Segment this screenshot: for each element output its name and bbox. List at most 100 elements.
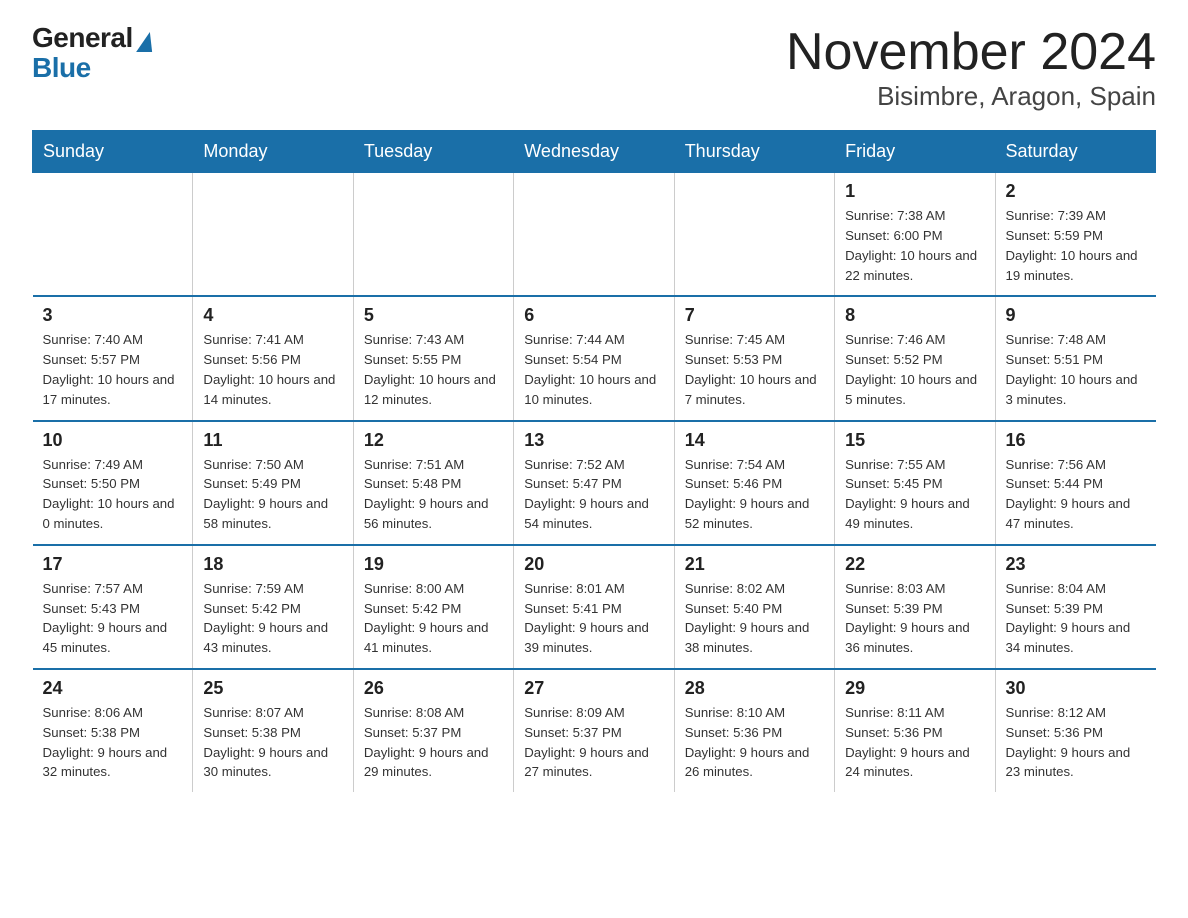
calendar-cell: 17 Sunrise: 7:57 AM Sunset: 5:43 PM Dayli… [33,545,193,669]
calendar-cell [33,173,193,297]
day-info: Sunrise: 7:45 AM Sunset: 5:53 PM Dayligh… [685,330,824,409]
day-number: 2 [1006,181,1146,202]
day-info: Sunrise: 8:01 AM Sunset: 5:41 PM Dayligh… [524,579,663,658]
calendar-week-row: 17 Sunrise: 7:57 AM Sunset: 5:43 PM Dayli… [33,545,1156,669]
day-number: 8 [845,305,984,326]
calendar-cell: 5Sunrise: 7:43 AM Sunset: 5:55 PM Daylig… [353,296,513,420]
day-info: Sunrise: 7:46 AM Sunset: 5:52 PM Dayligh… [845,330,984,409]
day-number: 21 [685,554,824,575]
calendar-cell: 9Sunrise: 7:48 AM Sunset: 5:51 PM Daylig… [995,296,1155,420]
weekday-header-tuesday: Tuesday [353,131,513,173]
day-number: 11 [203,430,342,451]
calendar-cell: 1 Sunrise: 7:38 AM Sunset: 6:00 PM Daylig… [835,173,995,297]
day-number: 18 [203,554,342,575]
day-info: Sunrise: 8:10 AM Sunset: 5:36 PM Dayligh… [685,703,824,782]
day-number: 12 [364,430,503,451]
calendar-cell: 12 Sunrise: 7:51 AM Sunset: 5:48 PM Dayli… [353,421,513,545]
day-info: Sunrise: 8:04 AM Sunset: 5:39 PM Dayligh… [1006,579,1146,658]
calendar-cell: 30 Sunrise: 8:12 AM Sunset: 5:36 PM Dayli… [995,669,1155,792]
logo-triangle-icon [136,32,154,52]
day-number: 10 [43,430,183,451]
calendar-cell: 27 Sunrise: 8:09 AM Sunset: 5:37 PM Dayli… [514,669,674,792]
day-number: 26 [364,678,503,699]
day-number: 25 [203,678,342,699]
day-info: Sunrise: 7:44 AM Sunset: 5:54 PM Dayligh… [524,330,663,409]
day-info: Sunrise: 7:56 AM Sunset: 5:44 PM Dayligh… [1006,455,1146,534]
day-number: 15 [845,430,984,451]
calendar-cell: 3 Sunrise: 7:40 AM Sunset: 5:57 PM Daylig… [33,296,193,420]
day-number: 4 [203,305,342,326]
calendar-cell: 4 Sunrise: 7:41 AM Sunset: 5:56 PM Daylig… [193,296,353,420]
day-info: Sunrise: 8:12 AM Sunset: 5:36 PM Dayligh… [1006,703,1146,782]
day-number: 14 [685,430,824,451]
day-info: Sunrise: 8:00 AM Sunset: 5:42 PM Dayligh… [364,579,503,658]
calendar-cell [514,173,674,297]
day-number: 22 [845,554,984,575]
day-info: Sunrise: 7:54 AM Sunset: 5:46 PM Dayligh… [685,455,824,534]
day-info: Sunrise: 7:43 AM Sunset: 5:55 PM Dayligh… [364,330,503,409]
calendar-week-row: 10Sunrise: 7:49 AM Sunset: 5:50 PM Dayli… [33,421,1156,545]
day-info: Sunrise: 7:41 AM Sunset: 5:56 PM Dayligh… [203,330,342,409]
weekday-header-row: SundayMondayTuesdayWednesdayThursdayFrid… [33,131,1156,173]
day-info: Sunrise: 8:09 AM Sunset: 5:37 PM Dayligh… [524,703,663,782]
calendar-cell: 26 Sunrise: 8:08 AM Sunset: 5:37 PM Dayli… [353,669,513,792]
calendar-week-row: 1 Sunrise: 7:38 AM Sunset: 6:00 PM Daylig… [33,173,1156,297]
calendar-cell: 20 Sunrise: 8:01 AM Sunset: 5:41 PM Dayli… [514,545,674,669]
day-number: 1 [845,181,984,202]
calendar-cell: 16 Sunrise: 7:56 AM Sunset: 5:44 PM Dayli… [995,421,1155,545]
day-info: Sunrise: 7:39 AM Sunset: 5:59 PM Dayligh… [1006,206,1146,285]
calendar-cell: 7 Sunrise: 7:45 AM Sunset: 5:53 PM Daylig… [674,296,834,420]
calendar-cell: 8 Sunrise: 7:46 AM Sunset: 5:52 PM Daylig… [835,296,995,420]
day-info: Sunrise: 7:57 AM Sunset: 5:43 PM Dayligh… [43,579,183,658]
calendar-cell: 18 Sunrise: 7:59 AM Sunset: 5:42 PM Dayli… [193,545,353,669]
logo: General Blue [32,24,153,84]
day-number: 27 [524,678,663,699]
day-number: 6 [524,305,663,326]
day-info: Sunrise: 8:06 AM Sunset: 5:38 PM Dayligh… [43,703,183,782]
day-number: 29 [845,678,984,699]
day-number: 7 [685,305,824,326]
calendar-cell: 13Sunrise: 7:52 AM Sunset: 5:47 PM Dayli… [514,421,674,545]
calendar-cell: 15 Sunrise: 7:55 AM Sunset: 5:45 PM Dayli… [835,421,995,545]
location-subtitle: Bisimbre, Aragon, Spain [786,81,1156,112]
day-info: Sunrise: 7:38 AM Sunset: 6:00 PM Dayligh… [845,206,984,285]
day-number: 20 [524,554,663,575]
weekday-header-saturday: Saturday [995,131,1155,173]
calendar-cell: 2 Sunrise: 7:39 AM Sunset: 5:59 PM Daylig… [995,173,1155,297]
day-info: Sunrise: 7:52 AM Sunset: 5:47 PM Dayligh… [524,455,663,534]
calendar-week-row: 3 Sunrise: 7:40 AM Sunset: 5:57 PM Daylig… [33,296,1156,420]
day-number: 3 [43,305,183,326]
day-number: 23 [1006,554,1146,575]
day-number: 9 [1006,305,1146,326]
day-info: Sunrise: 8:03 AM Sunset: 5:39 PM Dayligh… [845,579,984,658]
calendar-cell: 21 Sunrise: 8:02 AM Sunset: 5:40 PM Dayli… [674,545,834,669]
calendar-cell: 23 Sunrise: 8:04 AM Sunset: 5:39 PM Dayli… [995,545,1155,669]
calendar-cell: 28 Sunrise: 8:10 AM Sunset: 5:36 PM Dayli… [674,669,834,792]
weekday-header-monday: Monday [193,131,353,173]
day-number: 24 [43,678,183,699]
calendar-cell: 29 Sunrise: 8:11 AM Sunset: 5:36 PM Dayli… [835,669,995,792]
weekday-header-friday: Friday [835,131,995,173]
day-info: Sunrise: 8:02 AM Sunset: 5:40 PM Dayligh… [685,579,824,658]
calendar-cell: 10Sunrise: 7:49 AM Sunset: 5:50 PM Dayli… [33,421,193,545]
day-info: Sunrise: 7:59 AM Sunset: 5:42 PM Dayligh… [203,579,342,658]
calendar-cell [353,173,513,297]
day-number: 30 [1006,678,1146,699]
day-info: Sunrise: 7:51 AM Sunset: 5:48 PM Dayligh… [364,455,503,534]
logo-general-text: General [32,24,133,52]
day-info: Sunrise: 7:40 AM Sunset: 5:57 PM Dayligh… [43,330,183,409]
day-info: Sunrise: 8:07 AM Sunset: 5:38 PM Dayligh… [203,703,342,782]
title-block: November 2024 Bisimbre, Aragon, Spain [786,24,1156,112]
day-info: Sunrise: 7:50 AM Sunset: 5:49 PM Dayligh… [203,455,342,534]
day-number: 19 [364,554,503,575]
weekday-header-thursday: Thursday [674,131,834,173]
page-header: General Blue November 2024 Bisimbre, Ara… [32,24,1156,112]
calendar-cell: 14 Sunrise: 7:54 AM Sunset: 5:46 PM Dayli… [674,421,834,545]
day-info: Sunrise: 7:55 AM Sunset: 5:45 PM Dayligh… [845,455,984,534]
day-info: Sunrise: 8:08 AM Sunset: 5:37 PM Dayligh… [364,703,503,782]
day-info: Sunrise: 8:11 AM Sunset: 5:36 PM Dayligh… [845,703,984,782]
calendar-cell: 19 Sunrise: 8:00 AM Sunset: 5:42 PM Dayli… [353,545,513,669]
day-number: 17 [43,554,183,575]
day-number: 16 [1006,430,1146,451]
day-number: 28 [685,678,824,699]
